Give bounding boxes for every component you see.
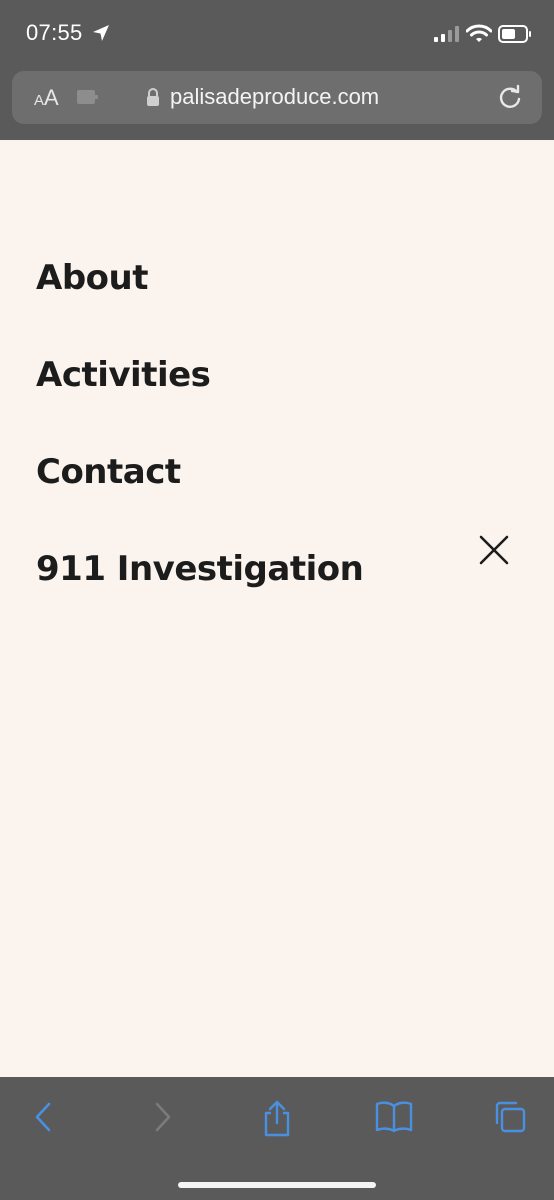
url-text[interactable]: palisadeproduce.com xyxy=(170,84,379,110)
text-size-button[interactable]: AA xyxy=(34,85,59,111)
menu-item-about[interactable]: About xyxy=(36,258,148,298)
address-bar[interactable]: AA palisadeproduce.com xyxy=(12,71,542,124)
back-icon[interactable] xyxy=(30,1099,56,1140)
extension-icon[interactable] xyxy=(76,87,100,112)
share-icon[interactable] xyxy=(260,1099,294,1142)
wifi-icon xyxy=(465,24,493,48)
bookmarks-icon[interactable] xyxy=(374,1099,414,1140)
battery-icon xyxy=(498,25,532,48)
navigation-menu: About Activities Contact 911 Investigati… xyxy=(0,140,554,1076)
menu-item-contact[interactable]: Contact xyxy=(36,452,181,492)
text-size-large-a: A xyxy=(44,85,59,110)
tabs-icon[interactable] xyxy=(492,1099,528,1140)
close-menu-button[interactable] xyxy=(478,534,510,571)
home-indicator xyxy=(178,1182,376,1188)
status-time: 07:55 xyxy=(26,20,83,45)
lock-icon xyxy=(146,87,160,112)
status-bar: 07:55 AA palisadeproduce.com xyxy=(0,0,554,140)
menu-item-activities[interactable]: Activities xyxy=(36,355,211,395)
text-size-small-a: A xyxy=(34,92,45,109)
menu-item-911-investigation[interactable]: 911 Investigation xyxy=(36,549,364,589)
location-arrow-icon xyxy=(92,24,110,47)
reload-icon[interactable] xyxy=(496,83,524,116)
cellular-signal-icon xyxy=(434,26,460,47)
close-icon[interactable] xyxy=(478,534,510,566)
forward-icon[interactable] xyxy=(150,1099,176,1140)
